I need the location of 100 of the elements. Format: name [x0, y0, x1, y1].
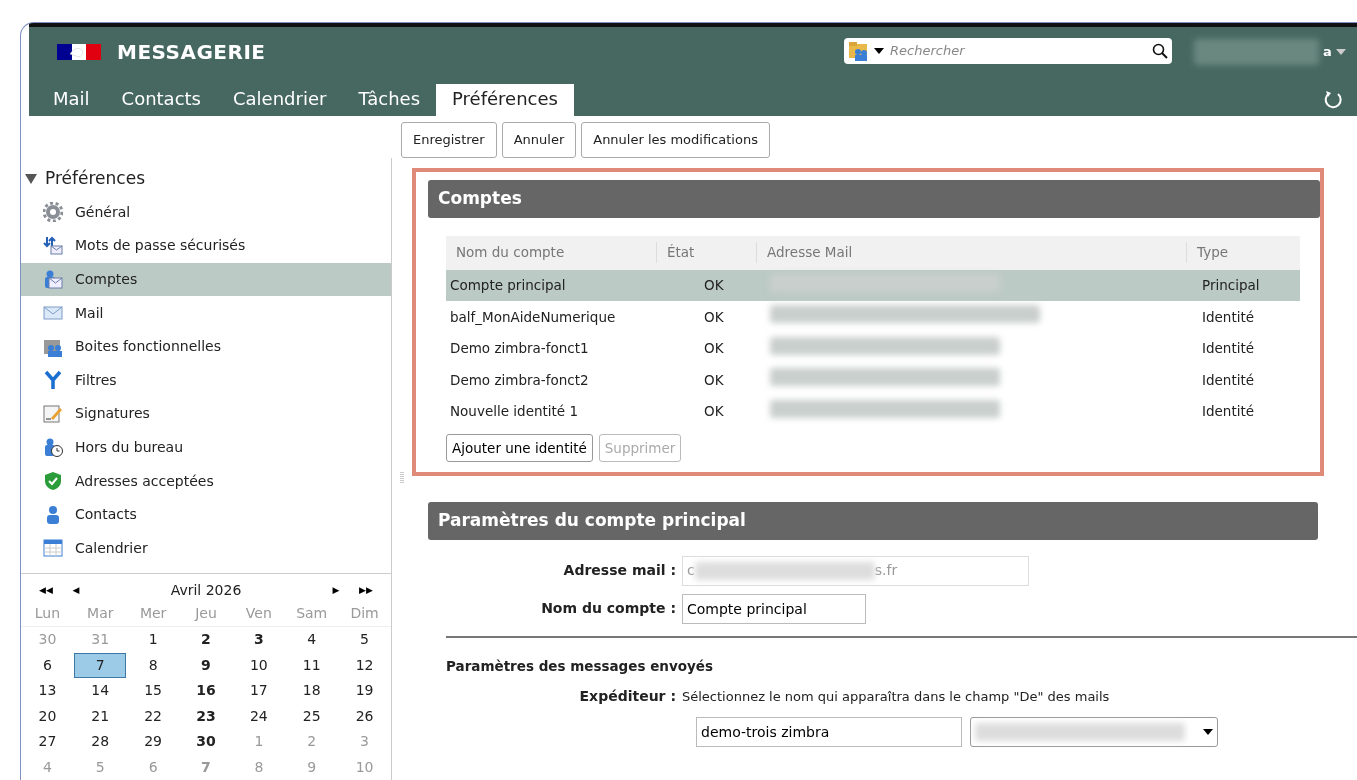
calendar-day[interactable]: 19	[338, 678, 391, 704]
next-year-button[interactable]: ▶▶	[351, 583, 381, 598]
table-row[interactable]: Demo zimbra-fonct2 OK Identité	[446, 364, 1300, 396]
field-label: Adresse mail :	[562, 561, 676, 581]
calendar-day[interactable]: 9	[180, 652, 232, 679]
column-header[interactable]: Adresse Mail	[756, 242, 1186, 263]
nav-tab[interactable]: Calendrier	[217, 84, 343, 116]
hint-text: Sélectionnez le nom qui apparaîtra dans le champ "De" des mails	[682, 688, 1110, 706]
toolbar-button[interactable]: Annuler les modifications	[581, 122, 770, 158]
calendar-day[interactable]: 1	[127, 627, 180, 653]
user-name[interactable]: a	[1323, 42, 1332, 62]
prev-year-button[interactable]: ◀◀	[31, 583, 61, 598]
calendar-day[interactable]: 25	[285, 703, 338, 730]
sidebar-item[interactable]: Adresses acceptées	[21, 464, 391, 498]
gear-icon	[43, 202, 63, 223]
calendar-day[interactable]: 14	[74, 678, 127, 704]
section-header: Paramètres du compte principal	[428, 502, 1318, 540]
weekday-label: Dim	[338, 601, 391, 628]
calendar-day[interactable]: 8	[127, 652, 180, 679]
calendar-day[interactable]: 2	[180, 627, 232, 653]
calendar-day[interactable]: 23	[180, 703, 232, 730]
section-header: Comptes	[428, 180, 1320, 218]
weekday-label: Mar	[73, 601, 127, 628]
table-cell-text: balf_MonAideNumerique	[449, 307, 617, 327]
calendar-day[interactable]: 22	[127, 703, 180, 730]
toolbar-button[interactable]: Annuler	[501, 122, 577, 158]
input-field[interactable]: demo-trois zimbra	[696, 717, 962, 748]
sidebar-item[interactable]: Filtres	[21, 363, 391, 398]
dropdown-arrow-icon	[1203, 729, 1213, 736]
table-cell-text: OK	[703, 402, 725, 422]
dropdown-arrow-icon	[874, 48, 884, 54]
sidebar-item[interactable]: Mail	[21, 296, 391, 330]
column-header[interactable]: Type	[1186, 242, 1296, 263]
sidebar-item[interactable]: Calendrier	[21, 531, 391, 566]
address-dropdown[interactable]	[970, 717, 1218, 748]
field-label: Expéditeur :	[578, 687, 676, 707]
weekday-label: Lun	[21, 601, 74, 628]
search-icon	[1152, 43, 1168, 59]
dropdown-arrow-icon	[1335, 49, 1346, 55]
calendar-day[interactable]: 15	[127, 678, 180, 704]
calendar-day[interactable]: 30	[180, 729, 232, 755]
column-header[interactable]: Nom du compte	[446, 242, 656, 263]
arrows-envelope-icon	[43, 235, 63, 256]
calendar-day[interactable]: 4	[285, 627, 338, 653]
calendar-day[interactable]: 27	[21, 729, 74, 755]
table-cell-text: Demo zimbra-fonct2	[449, 370, 590, 390]
person-envelope-icon	[43, 269, 63, 290]
action-button[interactable]: Ajouter une identité	[446, 434, 593, 463]
table-row[interactable]: Compte principal OK Principal	[446, 269, 1300, 301]
table-row[interactable]: Demo zimbra-fonct1 OK Identité	[446, 332, 1300, 364]
calendar-day[interactable]: 20	[21, 703, 74, 730]
calendar-day[interactable]: 7	[74, 652, 127, 679]
person-clock-icon	[43, 437, 63, 458]
nav-tab[interactable]: Tâches	[342, 84, 437, 116]
nav-tab[interactable]: Contacts	[105, 84, 217, 116]
calendar-day[interactable]: 13	[21, 678, 74, 704]
calendar-day[interactable]: 16	[180, 678, 232, 704]
column-header[interactable]: État	[656, 242, 756, 263]
table-row[interactable]: Nouvelle identité 1 OK Identité	[446, 395, 1300, 427]
sidebar-item[interactable]: Comptes	[21, 262, 391, 297]
calendar-day[interactable]: 18	[285, 678, 338, 704]
field-value: s.fr	[874, 561, 898, 581]
calendar-day[interactable]: 11	[285, 652, 338, 679]
sidebar-item[interactable]: Boites fonctionnelles	[21, 329, 391, 364]
sidebar-item[interactable]: Général	[21, 195, 391, 230]
table-cell-text: OK	[703, 339, 725, 359]
filter-fork-icon	[43, 370, 63, 391]
sidebar-title[interactable]: Préférences	[45, 166, 145, 192]
month-label: Avril 2026	[169, 581, 243, 601]
prev-month-button[interactable]: ◀	[61, 583, 91, 598]
toolbar-button[interactable]: Enregistrer	[401, 122, 497, 158]
next-month-button[interactable]: ▶	[321, 583, 351, 598]
weekday-label: Jeu	[179, 601, 233, 628]
table-cell-text: Identité	[1201, 402, 1256, 422]
search-bar[interactable]: Rechercher	[844, 38, 1172, 64]
calendar-day[interactable]: 28	[74, 729, 127, 755]
calendar-day[interactable]: 29	[127, 729, 180, 755]
nav-tab[interactable]: Préférences	[436, 84, 574, 116]
calendar-day[interactable]: 5	[338, 627, 391, 653]
subsection-title: Paramètres des messages envoyés	[446, 656, 713, 676]
calendar-day[interactable]: 24	[232, 703, 285, 730]
calendar-day[interactable]: 10	[232, 652, 285, 679]
table-row[interactable]: balf_MonAideNumerique OK Identité	[446, 301, 1300, 333]
sidebar-item[interactable]: Hors du bureau	[21, 430, 391, 465]
calendar-day[interactable]: 6	[21, 652, 74, 679]
calendar-day[interactable]: 17	[232, 678, 285, 704]
field-label: Nom du compte :	[540, 599, 676, 619]
calendar-day[interactable]: 12	[338, 652, 391, 679]
shield-check-icon	[43, 471, 63, 492]
sidebar-item[interactable]: Contacts	[21, 497, 391, 532]
sidebar-item[interactable]: Mots de passe sécurisés	[21, 229, 391, 263]
table-cell-text: Demo zimbra-fonct1	[449, 339, 590, 359]
calendar-day[interactable]: 26	[338, 703, 391, 730]
table-cell-text: Compte principal	[449, 276, 567, 296]
calendar-day[interactable]: 21	[74, 703, 127, 730]
calendar-day[interactable]: 3	[232, 627, 285, 653]
input-field[interactable]: Compte principal	[682, 593, 866, 624]
nav-tab[interactable]: Mail	[37, 84, 106, 116]
refresh-icon	[1323, 90, 1343, 110]
sidebar-item[interactable]: Signatures	[21, 397, 391, 431]
